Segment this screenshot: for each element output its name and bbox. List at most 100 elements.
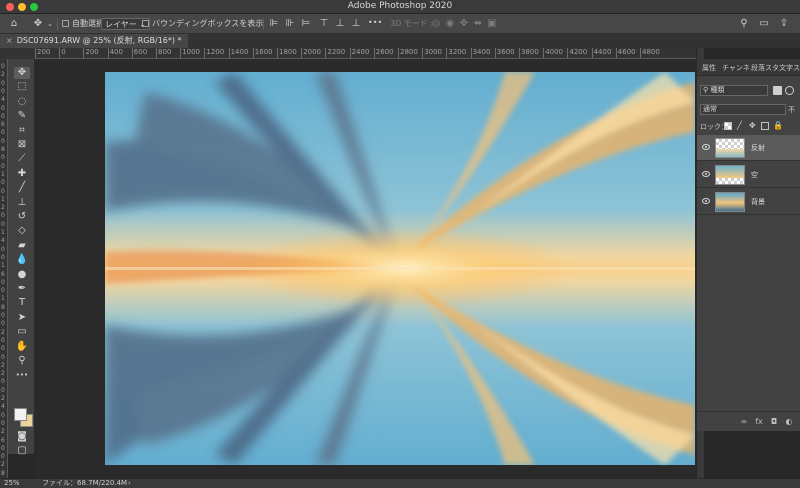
history-brush-tool[interactable]: ↺ xyxy=(14,211,30,223)
frame-tool[interactable]: ⊠ xyxy=(14,139,30,151)
lock-artboard-icon[interactable] xyxy=(761,122,769,130)
layer-thumbnail xyxy=(715,165,745,185)
3d-slide-icon[interactable]: ⬌ xyxy=(472,18,484,30)
align-top-icon[interactable]: ⊤ xyxy=(318,18,330,30)
status-bar: 25% ファイル：68.7M/220.4M › xyxy=(0,478,800,488)
foreground-color-swatch[interactable] xyxy=(14,408,27,421)
ruler-tick-label: 2 xyxy=(1,361,5,369)
ruler-tick-label: 1400 xyxy=(228,48,249,58)
lasso-tool[interactable]: ◌ xyxy=(14,96,30,108)
quick-select-tool[interactable]: ✎ xyxy=(14,110,30,122)
3d-rotate-icon[interactable]: ◎ xyxy=(430,18,442,30)
ruler-tick-label: 0 xyxy=(1,253,5,261)
lock-position-icon[interactable]: ✥ xyxy=(749,122,757,130)
lock-image-icon[interactable]: ╱ xyxy=(737,122,745,130)
marquee-tool[interactable]: ⬚ xyxy=(14,81,30,93)
document-image[interactable] xyxy=(105,72,695,465)
screen-mode-icon[interactable]: ▢ xyxy=(14,445,30,457)
fx-icon[interactable]: fx xyxy=(754,417,764,427)
lock-all-icon[interactable]: 🔒 xyxy=(773,122,783,130)
canvas-area[interactable] xyxy=(35,59,696,478)
filter-adjustment-icon[interactable] xyxy=(785,86,794,95)
align-middle-icon[interactable]: ⊥ xyxy=(334,18,346,30)
path-select-tool[interactable]: ➤ xyxy=(14,312,30,324)
mask-icon[interactable]: ◘ xyxy=(769,417,779,427)
ruler-tick-label: 0 xyxy=(1,386,5,394)
rectangle-tool[interactable]: ▭ xyxy=(14,326,30,338)
eraser-tool[interactable]: ◇ xyxy=(14,225,30,237)
ruler-tick-label: 0 xyxy=(1,419,5,427)
close-tab-icon[interactable]: × xyxy=(6,36,13,45)
quick-mask-icon[interactable]: ◙ xyxy=(14,431,30,443)
ruler-tick-label: 2 xyxy=(1,71,5,79)
align-bottom-icon[interactable]: ⊥ xyxy=(350,18,362,30)
ruler-tick-label: 8 xyxy=(1,146,5,153)
layer-row[interactable]: 反射 xyxy=(697,135,800,161)
search-icon[interactable]: ⚲ xyxy=(738,18,750,30)
type-tool[interactable]: T xyxy=(14,297,30,309)
align-right-icon[interactable]: ⊨ xyxy=(300,18,312,30)
clone-stamp-tool[interactable]: ⊥ xyxy=(14,197,30,209)
3d-camera-icon[interactable]: ▣ xyxy=(486,18,498,30)
blur-tool[interactable]: 💧 xyxy=(14,254,30,266)
ruler-tick-label: 4 xyxy=(1,403,5,411)
align-left-icon[interactable]: ⊫ xyxy=(268,18,280,30)
align-center-horizontal-icon[interactable]: ⊪ xyxy=(284,18,296,30)
status-menu-arrow[interactable]: › xyxy=(128,479,131,488)
blend-mode-select[interactable]: 通常 xyxy=(700,104,786,115)
tab-character-styles[interactable]: 文字スタ xyxy=(779,63,800,73)
ruler-tick-label: 0 xyxy=(1,79,5,87)
layer-row[interactable]: 空 xyxy=(697,162,800,188)
ruler-tick-label: 2200 xyxy=(325,48,346,58)
ruler-tick-label: 0 xyxy=(58,48,66,58)
filter-pixel-icon[interactable] xyxy=(773,86,782,95)
3d-roll-icon[interactable]: ◉ xyxy=(444,18,456,30)
ruler-corner xyxy=(0,48,35,59)
horizontal-ruler[interactable]: 200 0 200 400 600 800 1000 1200 1400 1600 1800 2000… xyxy=(35,48,696,59)
layer-name: 空 xyxy=(751,171,758,179)
workspace-icon[interactable]: ▭ xyxy=(758,18,770,30)
brush-tool[interactable]: ╱ xyxy=(14,182,30,194)
visibility-eye-icon[interactable] xyxy=(702,198,710,204)
adjustment-icon[interactable]: ◐ xyxy=(784,417,794,427)
hand-tool[interactable]: ✋ xyxy=(14,341,30,353)
edit-toolbar[interactable]: ••• xyxy=(14,369,30,381)
ruler-tick-label: 1 xyxy=(1,262,5,270)
ruler-tick-label: 0 xyxy=(1,320,5,328)
ruler-tick-label: 8 xyxy=(1,469,5,477)
vertical-ruler[interactable]: 0200400600800100120014001600180020002200… xyxy=(0,59,8,478)
eyedropper-tool[interactable]: ⟋ xyxy=(14,153,30,165)
3d-pan-icon[interactable]: ✥ xyxy=(458,18,470,30)
zoom-level[interactable]: 25% xyxy=(4,479,20,488)
ruler-tick-label: 4600 xyxy=(615,48,636,58)
layer-row[interactable]: 背景 xyxy=(697,189,800,215)
home-icon[interactable]: ⌂ xyxy=(8,18,20,30)
dodge-tool[interactable]: ● xyxy=(14,269,30,281)
ruler-tick-label: 1600 xyxy=(252,48,273,58)
tool-preset-chevron-icon[interactable]: ⌄ xyxy=(44,18,56,30)
link-icon[interactable]: ∞ xyxy=(739,417,749,427)
more-options-button[interactable]: ••• xyxy=(368,16,382,30)
zoom-tool[interactable]: ⚲ xyxy=(14,355,30,367)
ruler-tick-label: 200 xyxy=(83,48,99,58)
tab-properties[interactable]: 属性 xyxy=(702,63,716,73)
pen-tool[interactable]: ✒ xyxy=(14,283,30,295)
gradient-tool[interactable]: ▰ xyxy=(14,240,30,252)
lock-transparent-icon[interactable] xyxy=(724,122,732,130)
document-tab[interactable]: × DSC07691.ARW @ 25% (反射, RGB/16*) * xyxy=(0,34,188,48)
layer-filter-select[interactable]: ⚲ 種類 xyxy=(700,85,768,96)
ruler-tick-label: 400 xyxy=(107,48,123,58)
move-tool[interactable]: ✥ xyxy=(14,67,30,79)
visibility-eye-icon[interactable] xyxy=(702,171,710,177)
show-bounding-box-checkbox[interactable]: バウンディングボックスを表示 xyxy=(142,17,263,31)
divider xyxy=(57,18,58,30)
healing-brush-tool[interactable]: ✚ xyxy=(14,168,30,180)
tab-channels[interactable]: チャンネ xyxy=(722,63,750,73)
crop-tool[interactable]: ⌗ xyxy=(14,125,30,137)
share-icon[interactable]: ⇪ xyxy=(778,18,790,30)
tab-paragraph-styles[interactable]: 段落スタ xyxy=(751,63,779,73)
visibility-eye-icon[interactable] xyxy=(702,144,710,150)
ruler-tick-label: 0 xyxy=(1,220,5,228)
move-tool-icon[interactable]: ✥ xyxy=(32,18,44,30)
ruler-tick-label: 1 xyxy=(1,229,5,236)
